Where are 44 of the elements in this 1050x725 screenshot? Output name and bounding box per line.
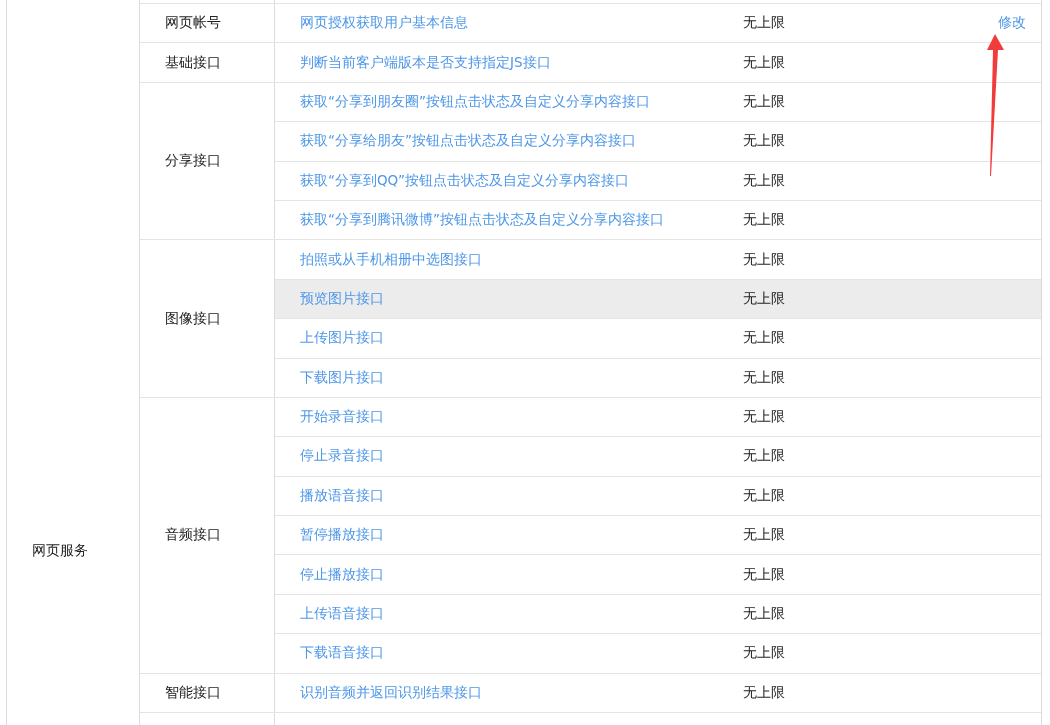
api-link[interactable]: 上传语音接口 <box>300 605 384 622</box>
api-link[interactable]: 上传图片接口 <box>300 329 384 346</box>
category-cell-text: 网页帐号 <box>164 14 221 33</box>
category-cell-text: 分享接口 <box>164 152 221 171</box>
limit-cell: 无上限 <box>743 408 785 425</box>
api-link[interactable]: 预览图片接口 <box>300 289 384 306</box>
api-link[interactable]: 获取“分享到腾讯微博”按钮点击状态及自定义分享内容接口 <box>300 211 664 228</box>
limit-cell: 无上限 <box>743 683 785 700</box>
limit-cell: 无上限 <box>743 486 785 503</box>
api-link[interactable]: 下载语音接口 <box>300 644 384 661</box>
api-link[interactable]: 停止录音接口 <box>300 447 384 464</box>
api-link[interactable]: 播放语音接口 <box>300 486 384 503</box>
api-link[interactable]: 识别音频并返回识别结果接口 <box>300 683 482 700</box>
limit-cell: 无上限 <box>743 250 785 267</box>
limit-cell: 无上限 <box>743 289 785 306</box>
limit-cell: 无上限 <box>743 368 785 385</box>
limit-cell: 无上限 <box>743 171 785 188</box>
api-link[interactable]: 开始录音接口 <box>300 408 384 425</box>
limit-cell: 无上限 <box>743 447 785 464</box>
category-cell-text: 图像接口 <box>164 309 221 328</box>
api-link[interactable]: 停止播放接口 <box>300 565 384 582</box>
limit-cell: 无上限 <box>743 526 785 543</box>
limit-cell: 无上限 <box>743 14 785 31</box>
api-link[interactable]: 获取“分享到QQ”按钮点击状态及自定义分享内容接口 <box>300 171 629 188</box>
api-link[interactable]: 拍照或从手机相册中选图接口 <box>300 250 482 267</box>
limit-cell: 无上限 <box>743 211 785 228</box>
category-cell-text: 音频接口 <box>164 526 221 545</box>
edit-link[interactable]: 修改 <box>998 14 1026 33</box>
category-cell-text: 智能接口 <box>164 683 221 702</box>
limit-cell: 无上限 <box>743 565 785 582</box>
api-link[interactable]: 获取“分享给朋友”按钮点击状态及自定义分享内容接口 <box>300 132 636 149</box>
limit-cell: 无上限 <box>743 92 785 109</box>
limit-cell: 无上限 <box>743 329 785 346</box>
limit-cell: 无上限 <box>743 53 785 70</box>
limit-cell: 无上限 <box>743 132 785 149</box>
limit-cell: 无上限 <box>743 644 785 661</box>
api-link[interactable]: 暂停播放接口 <box>300 526 384 543</box>
limit-cell: 无上限 <box>743 605 785 622</box>
api-link[interactable]: 获取“分享到朋友圈”按钮点击状态及自定义分享内容接口 <box>300 92 650 109</box>
category-cell-text: 基础接口 <box>164 53 221 72</box>
service-cell: 网页服务 <box>32 542 88 558</box>
api-link[interactable]: 下载图片接口 <box>300 368 384 385</box>
api-link[interactable]: 判断当前客户端版本是否支持指定JS接口 <box>300 53 551 70</box>
api-link[interactable]: 网页授权获取用户基本信息 <box>300 14 468 31</box>
